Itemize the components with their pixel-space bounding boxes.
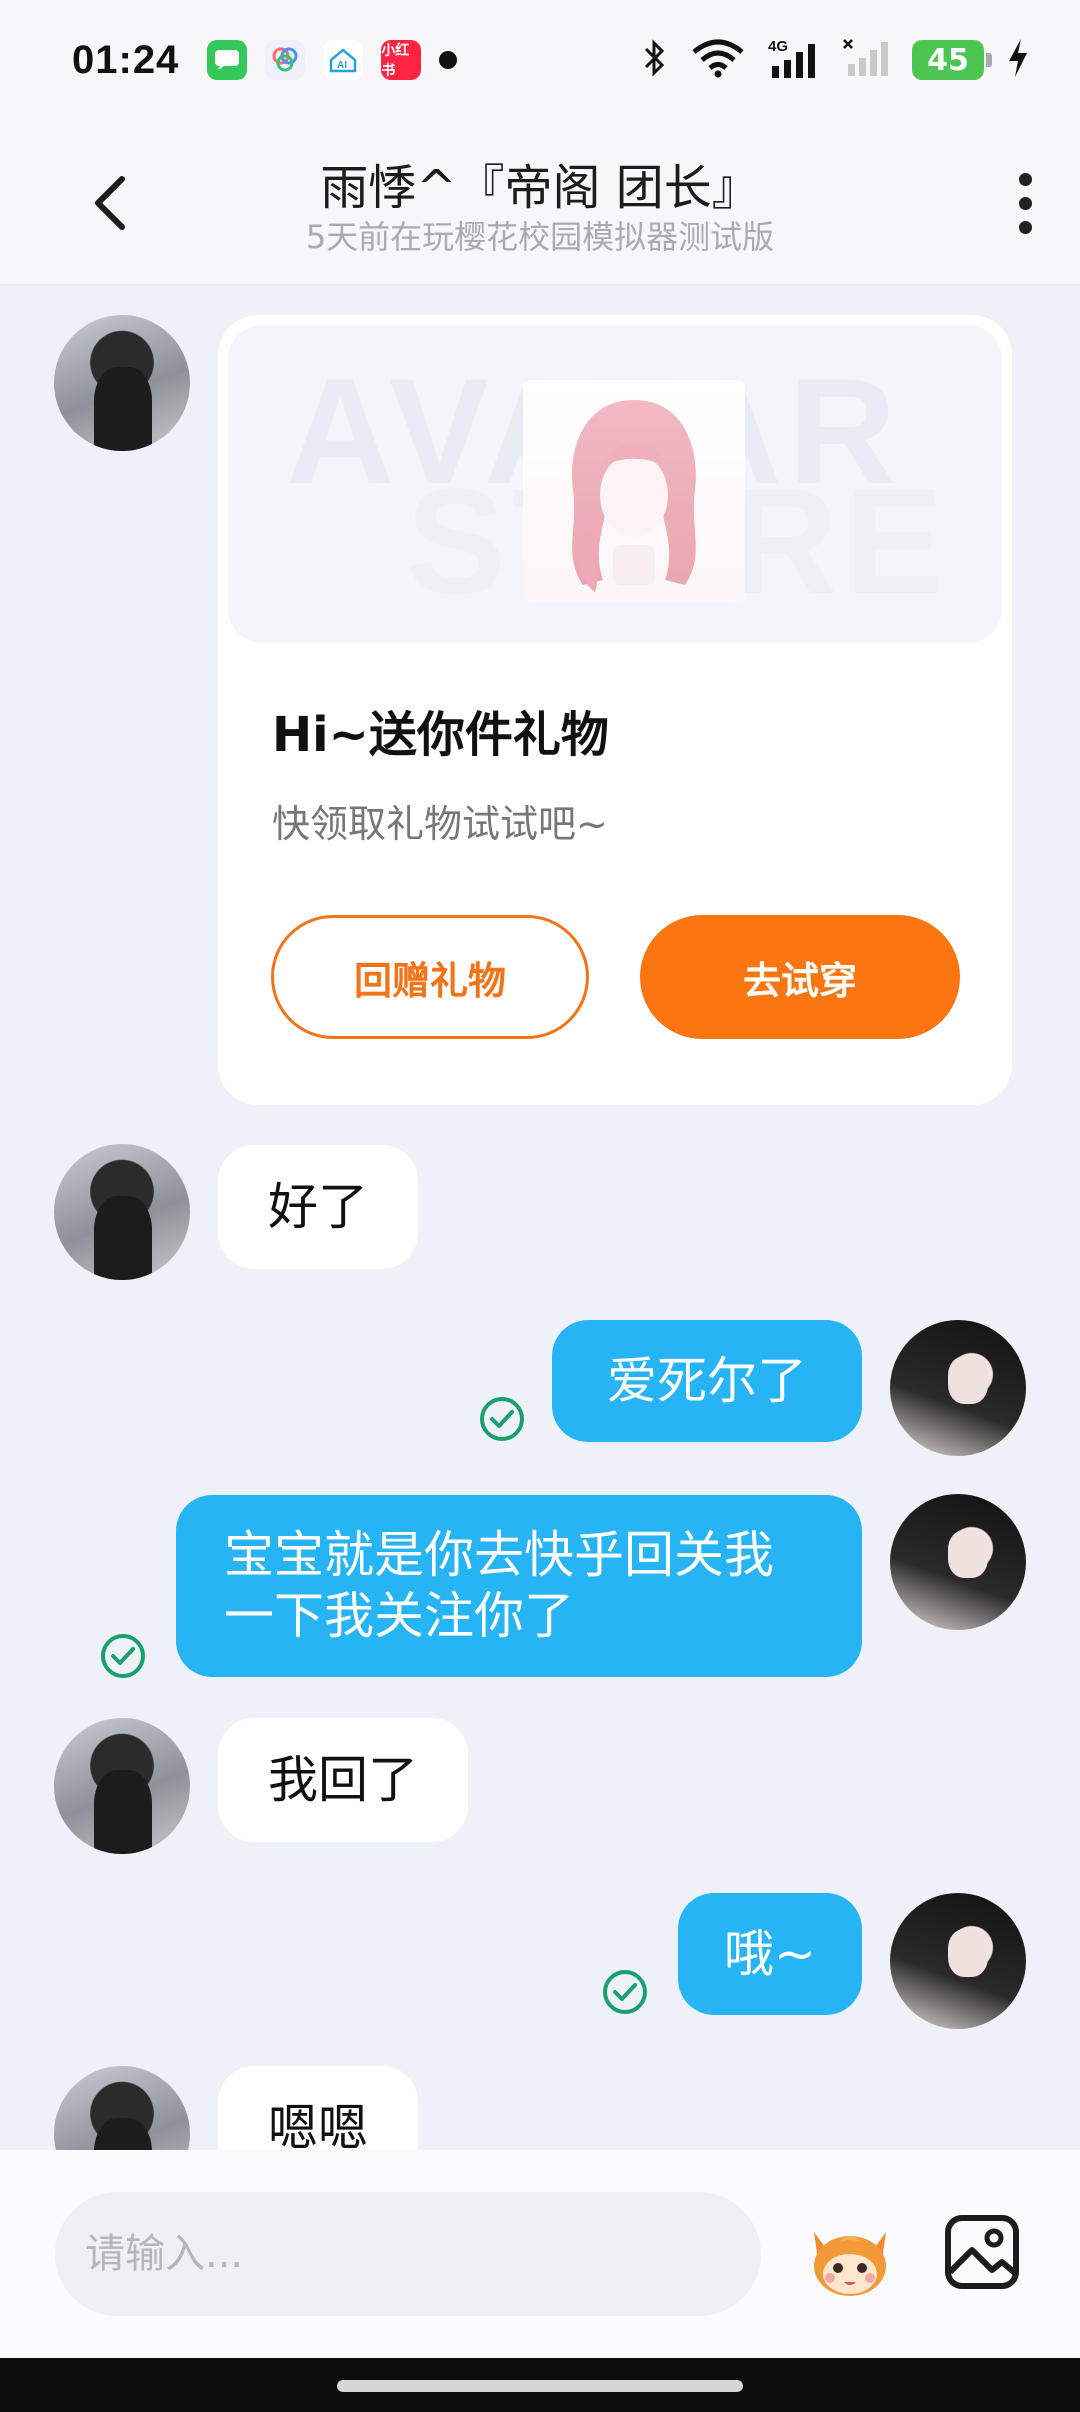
my-avatar[interactable] — [890, 1893, 1026, 2029]
status-indicators: 4G 45 — [642, 37, 1030, 83]
home-indicator[interactable] — [337, 2380, 743, 2392]
gift-banner: AVATAR STORE — [228, 325, 1002, 643]
message-text-line: 一下我关注你了 — [224, 1587, 574, 1645]
ai-home-app-icon: AI — [323, 40, 364, 80]
contact-avatar[interactable] — [54, 315, 190, 451]
message-input[interactable] — [55, 2192, 761, 2316]
chat-title: 雨悸^『帝阁 团长』 — [320, 160, 760, 216]
read-check-icon — [480, 1397, 524, 1441]
incoming-message-bubble[interactable]: 好了 — [218, 1145, 418, 1269]
gift-hair-image — [523, 380, 745, 602]
message-input-bar — [0, 2150, 1080, 2358]
message-text-line: 宝宝就是你去快乎回关我 — [224, 1526, 774, 1584]
contact-avatar[interactable] — [54, 1718, 190, 1854]
try-on-button[interactable]: 去试穿 — [640, 915, 960, 1039]
return-gift-button[interactable]: 回赠礼物 — [271, 915, 589, 1039]
outgoing-message-bubble[interactable]: 宝宝就是你去快乎回关我 一下我关注你了 — [176, 1495, 862, 1677]
charging-icon — [1006, 37, 1030, 83]
more-dot-icon — [1018, 172, 1032, 186]
notification-dot — [439, 51, 458, 69]
read-check-icon — [101, 1634, 145, 1678]
image-icon — [945, 2215, 1019, 2289]
xiaohongshu-app-icon: 小红书 — [381, 40, 422, 80]
battery-icon: 45 — [912, 40, 992, 80]
svg-text:AI: AI — [337, 60, 347, 71]
status-bar: 01:24 AI 小红书 4G 45 — [0, 0, 1080, 120]
read-check-icon — [603, 1970, 647, 2014]
fox-mascot-icon — [814, 2232, 886, 2296]
my-avatar[interactable] — [890, 1494, 1026, 1630]
chat-header: 雨悸^『帝阁 团长』 5天前在玩樱花校园模拟器测试版 — [0, 120, 1080, 285]
contact-avatar[interactable] — [54, 1144, 190, 1280]
incoming-message-bubble[interactable]: 我回了 — [218, 1718, 468, 1842]
status-app-icons: AI 小红书 — [207, 40, 458, 80]
image-picker-button[interactable] — [942, 2212, 1022, 2292]
more-options-button[interactable] — [1000, 168, 1050, 238]
emoji-sticker-button[interactable] — [800, 2212, 900, 2302]
cellular-signal-icon: 4G — [768, 38, 820, 80]
bluetooth-icon — [642, 38, 668, 82]
photos-app-icon — [265, 40, 306, 80]
more-dot-icon — [1018, 220, 1032, 234]
system-navigation-bar — [0, 2358, 1080, 2412]
gift-subtitle: 快领取礼物试试吧~ — [272, 802, 608, 846]
messages-app-icon — [207, 40, 248, 80]
gift-title: Hi~送你件礼物 — [272, 707, 609, 763]
more-dot-icon — [1018, 196, 1032, 210]
outgoing-message-bubble[interactable]: 爱死尔了 — [552, 1320, 862, 1442]
outgoing-message-bubble[interactable]: 哦~ — [678, 1893, 862, 2015]
gift-card: AVATAR STORE Hi~送你件礼物 快领取礼物试试吧~ 回赠礼物 去试穿 — [218, 315, 1012, 1105]
chat-subtitle: 5天前在玩樱花校园模拟器测试版 — [305, 218, 775, 256]
wifi-icon — [690, 38, 746, 82]
my-avatar[interactable] — [890, 1320, 1026, 1456]
status-time: 01:24 — [72, 37, 180, 82]
cellular-signal-2-icon — [842, 38, 890, 82]
